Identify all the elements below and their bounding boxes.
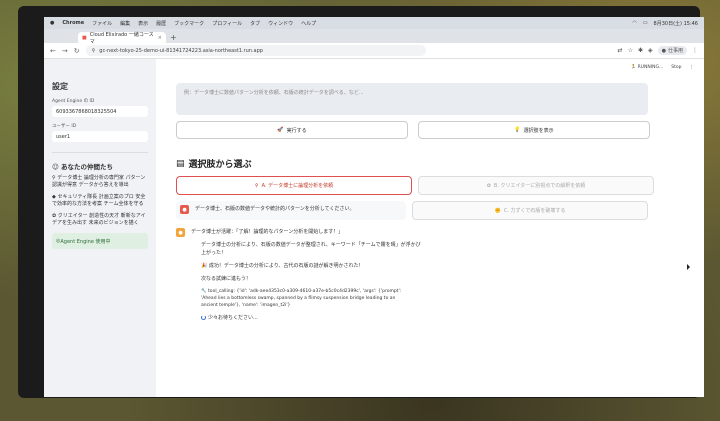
menu-item[interactable]: ウィンドウ bbox=[268, 20, 293, 27]
status-badge: ◎ Agent Engine 使用中 bbox=[52, 233, 148, 249]
avatar: ● bbox=[661, 47, 666, 54]
assistant-message: ● データ博士が活躍：「了解！論理的なパターン分析を開始します！」 データ博士の… bbox=[176, 228, 684, 327]
address-bar-row: ← → ↻ ⚲ gc-next-tokyo-25-demo-ui-8134172… bbox=[44, 43, 704, 59]
party-icon: 🎉 bbox=[201, 263, 209, 269]
battery-icon[interactable]: ▭ bbox=[643, 20, 648, 26]
member-creator: ✿ クリエイター 創造性の天才 斬新なアイデアを生み出す 未来のビジョンを描く bbox=[52, 213, 146, 226]
puzzle-icon[interactable]: ◈ bbox=[648, 47, 653, 54]
menu-item[interactable]: ブックマーク bbox=[174, 20, 204, 27]
sidebar: 設定 Agent Engine の ID 6093367868018325504… bbox=[44, 59, 156, 397]
running-status: 🏃 RUNNING... bbox=[630, 65, 664, 70]
wrench-icon: 🔧 bbox=[201, 289, 209, 294]
browser-tab[interactable]: ■ Cloud Elixirado 一緒コースマ × bbox=[78, 31, 166, 45]
section-heading: ▤ 選択肢から選ぶ bbox=[176, 158, 252, 171]
agent-line: 🎉 成功！データ博士の分析により、古代の石版の謎が解き明かされた！ bbox=[201, 263, 364, 269]
extension-icon[interactable]: ✱ bbox=[638, 47, 643, 54]
menu-item[interactable]: 履歴 bbox=[156, 20, 166, 27]
show-choices-button[interactable]: 💡 選択肢を表示 bbox=[418, 121, 650, 139]
address-bar[interactable]: ⚲ gc-next-tokyo-25-demo-ui-81341724223.a… bbox=[85, 45, 426, 56]
agent-line: 次なる試練に進もう！ bbox=[201, 276, 251, 282]
back-icon[interactable]: ← bbox=[50, 47, 56, 55]
menu-item[interactable]: ファイル bbox=[92, 20, 112, 27]
stop-button[interactable]: Stop bbox=[671, 65, 681, 70]
running-icon: 🏃 bbox=[630, 65, 638, 70]
choice-c-button[interactable]: ✊ C. 力ずくで石版を破壊する bbox=[412, 201, 648, 220]
menu-item[interactable]: タブ bbox=[250, 20, 260, 27]
favicon-icon: ■ bbox=[82, 34, 87, 41]
palette-icon: ✿ bbox=[486, 182, 491, 189]
mouse-cursor-icon bbox=[687, 264, 690, 270]
monitor-bezel: ● Chrome ファイル 編集 表示 履歴 ブックマーク プロフィール タブ … bbox=[18, 6, 704, 398]
smile-icon: ☺ bbox=[52, 163, 62, 171]
menu-item[interactable]: 表示 bbox=[138, 20, 148, 27]
user-id-label: ユーザー ID bbox=[52, 124, 77, 129]
reload-icon[interactable]: ↻ bbox=[74, 47, 80, 55]
choice-a-button[interactable]: ⚲ A. データ博士に論理分析を依頼 bbox=[176, 176, 412, 195]
forward-icon[interactable]: → bbox=[62, 47, 68, 55]
action-buttons: 🚀 実行する 💡 選択肢を表示 bbox=[176, 121, 684, 139]
user-id-input[interactable]: user1 bbox=[52, 131, 148, 142]
agent-line: データ博士が活躍：「了解！論理的なパターン分析を開始します！」 bbox=[191, 229, 344, 235]
waiting-line: 少々お待ちください... bbox=[191, 314, 421, 322]
assistant-avatar-icon: ● bbox=[176, 228, 185, 237]
new-tab-icon[interactable]: + bbox=[170, 32, 177, 43]
more-menu-icon[interactable]: ⋮ bbox=[692, 47, 698, 54]
divider bbox=[52, 152, 148, 153]
profile-label: 仕事用 bbox=[667, 48, 683, 54]
streamlit-app: 設定 Agent Engine の ID 6093367868018325504… bbox=[44, 59, 704, 397]
menubar-clock[interactable]: 8月30日(土) 15:46 bbox=[654, 20, 698, 27]
member-data-doctor: ⚲ データ博士 論理分析の専門家 パターン認識が得意 データから答えを導出 bbox=[52, 175, 146, 188]
menu-item[interactable]: プロフィール bbox=[212, 20, 242, 27]
mac-menubar: ● Chrome ファイル 編集 表示 履歴 ブックマーク プロフィール タブ … bbox=[44, 17, 704, 29]
menu-item[interactable]: 編集 bbox=[120, 20, 130, 27]
run-button[interactable]: 🚀 実行する bbox=[176, 121, 408, 139]
choice-group: ⚲ A. データ博士に論理分析を依頼 ✿ B. クリエイターに別視点での解釈を依頼 … bbox=[176, 176, 656, 220]
wifi-icon[interactable]: ◠ bbox=[632, 20, 636, 26]
bulb-icon: 💡 bbox=[514, 127, 521, 133]
engine-id-input[interactable]: 6093367868018325504 bbox=[52, 106, 148, 117]
magnifier-icon: ⚲ bbox=[254, 182, 259, 189]
spinner-icon bbox=[201, 315, 206, 320]
menu-item[interactable]: ヘルプ bbox=[301, 20, 316, 27]
prompt-textarea[interactable]: 例：データ博士に数値パターン分析を依頼、石版の統計データを調べる、など... bbox=[176, 83, 648, 115]
main-area: 🏃 RUNNING... Stop ⋮ 例：データ博士に数値パターン分析を依頼、… bbox=[156, 59, 704, 397]
apple-icon[interactable]: ● bbox=[50, 20, 54, 26]
menu-app[interactable]: Chrome bbox=[62, 20, 84, 26]
agent-line: データ博士の分析により、石版の数値データが整理され、キーワード「チームで霧を晴」… bbox=[201, 242, 421, 256]
tab-bar: ■ Cloud Elixirado 一緒コースマ × + bbox=[44, 29, 704, 45]
choice-b-button[interactable]: ✿ B. クリエイターに別視点での解釈を依頼 bbox=[418, 176, 654, 195]
list-icon: ▤ bbox=[176, 158, 185, 169]
close-tab-icon[interactable]: × bbox=[158, 35, 162, 41]
profile-button[interactable]: ● 仕事用 bbox=[657, 46, 687, 55]
user-avatar-icon: ● bbox=[180, 205, 189, 214]
translate-icon[interactable]: ⇄ bbox=[618, 47, 623, 54]
fist-icon: ✊ bbox=[494, 207, 501, 214]
app-toolbar: 🏃 RUNNING... Stop ⋮ bbox=[631, 65, 694, 70]
app-menu-icon[interactable]: ⋮ bbox=[690, 65, 695, 70]
bookmark-star-icon[interactable]: ☆ bbox=[628, 47, 633, 54]
site-info-icon[interactable]: ⚲ bbox=[92, 48, 96, 54]
user-message: ● データ博士、石版の数値データや統計的パターンを分析してください。 bbox=[176, 201, 406, 220]
team-title: ☺ あなたの仲間たち bbox=[52, 163, 114, 171]
sidebar-title: 設定 bbox=[52, 82, 68, 91]
member-security-captain: ◆ セキュリティ隊長 計画立案のプロ 安全で効率的な方法を考案 チーム全体を守る bbox=[52, 194, 146, 207]
tool-call-line: 🔧 tool_calling: {'id': 'adk-aee4353c0-a3… bbox=[201, 289, 402, 308]
rocket-icon: 🚀 bbox=[277, 127, 284, 133]
url-text: gc-next-tokyo-25-demo-ui-81341724223.asi… bbox=[99, 47, 263, 54]
engine-id-label: Agent Engine の ID bbox=[52, 99, 95, 104]
screen: ● Chrome ファイル 編集 表示 履歴 ブックマーク プロフィール タブ … bbox=[44, 17, 704, 397]
tab-title: Cloud Elixirado 一緒コースマ bbox=[89, 31, 154, 45]
